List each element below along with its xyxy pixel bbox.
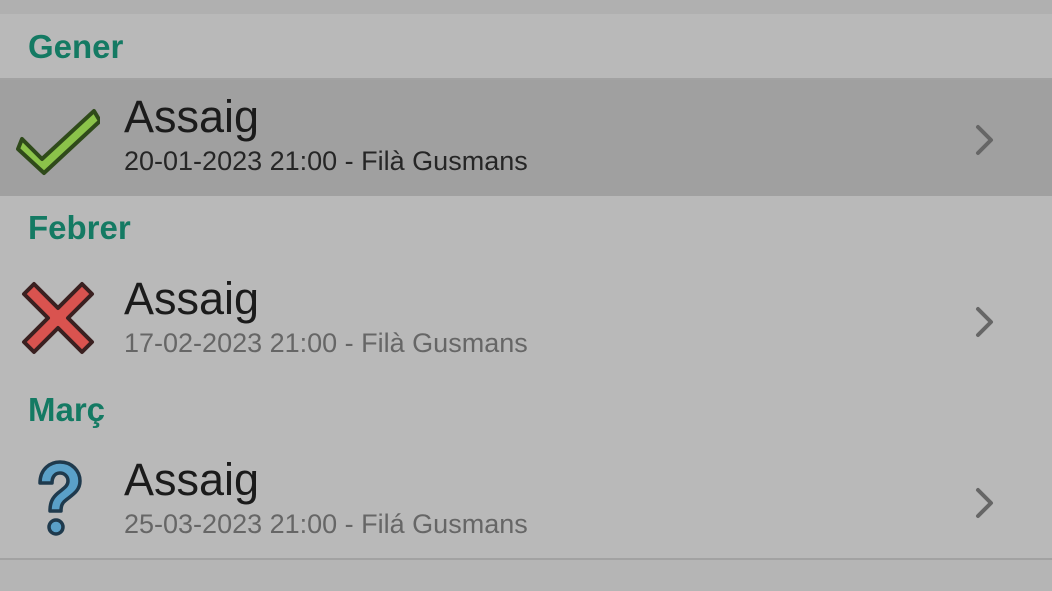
top-strip xyxy=(0,0,1052,14)
question-icon xyxy=(38,460,82,536)
section-header-gener: Gener xyxy=(28,28,124,65)
chevron-right-icon xyxy=(976,488,993,518)
list-item[interactable]: Assaig 17-02-2023 21:00 - Filà Gusmans xyxy=(0,262,1052,378)
item-subtitle: 17-02-2023 21:00 - Filà Gusmans xyxy=(124,328,528,358)
item-subtitle: 20-01-2023 21:00 - Filà Gusmans xyxy=(124,146,528,176)
check-icon xyxy=(16,109,100,175)
list-item[interactable]: Assaig 20-01-2023 21:00 - Filà Gusmans xyxy=(0,80,1052,196)
item-title: Assaig xyxy=(124,273,260,324)
section-header-marc: Març xyxy=(28,391,106,428)
list-item[interactable]: Assaig 25-03-2023 21:00 - Filá Gusmans xyxy=(0,443,1052,559)
chevron-right-icon xyxy=(976,125,993,155)
cross-icon xyxy=(22,282,94,354)
chevron-right-icon xyxy=(976,307,993,337)
item-title: Assaig xyxy=(124,454,260,505)
item-title: Assaig xyxy=(124,91,260,142)
item-subtitle: 25-03-2023 21:00 - Filá Gusmans xyxy=(124,509,528,539)
bottom-area xyxy=(0,560,1052,591)
section-header-febrer: Febrer xyxy=(28,209,131,246)
